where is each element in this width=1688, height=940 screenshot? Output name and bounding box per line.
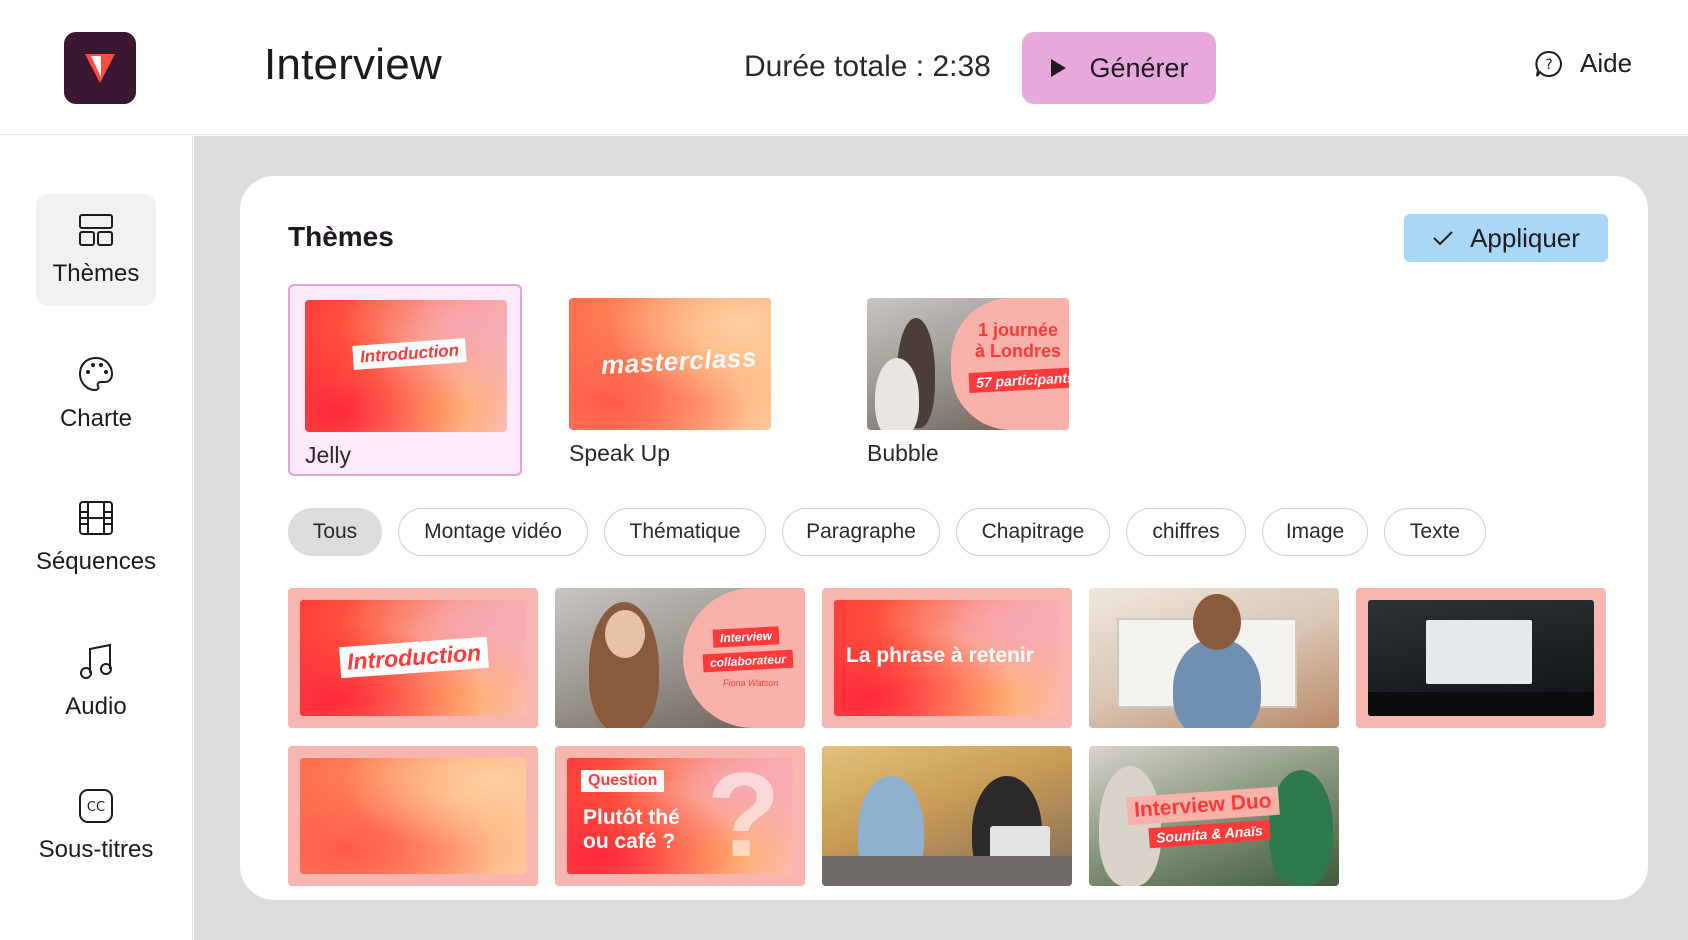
app-logo[interactable] bbox=[64, 32, 136, 104]
filter-chip-paragraphe[interactable]: Paragraphe bbox=[782, 508, 940, 556]
photo-screen bbox=[1426, 620, 1532, 684]
thumb-overlay-shape bbox=[951, 298, 1069, 430]
template-tile-phrase[interactable]: La phrase à retenir bbox=[822, 588, 1072, 728]
photo-person bbox=[1173, 638, 1261, 728]
photo-audience bbox=[1368, 692, 1594, 716]
theme-thumbnail: Introduction bbox=[305, 300, 507, 432]
tile-overlay-text: Introduction bbox=[339, 636, 490, 679]
svg-text:?: ? bbox=[1545, 57, 1552, 73]
tile-overlay-text: La phrase à retenir bbox=[846, 644, 1034, 667]
help-label: Aide bbox=[1580, 48, 1633, 78]
filter-chip-chapitrage[interactable]: Chapitrage bbox=[956, 508, 1110, 556]
filter-chip-thematique[interactable]: Thématique bbox=[604, 508, 766, 556]
filter-chip-image[interactable]: Image bbox=[1262, 508, 1368, 556]
page-title: Interview bbox=[264, 40, 442, 89]
filter-chip-chiffres[interactable]: chiffres bbox=[1126, 508, 1246, 556]
photo-person bbox=[1269, 770, 1333, 886]
photo-person bbox=[875, 358, 919, 430]
music-note-icon bbox=[80, 643, 112, 679]
sidebar-item-label: Séquences bbox=[35, 548, 157, 575]
tile-overlay-tag: Interview bbox=[712, 626, 780, 648]
sidebar-item-themes[interactable]: Thèmes bbox=[36, 194, 156, 306]
sidebar: Thèmes Charte Séquences Audio CC Sous-ti… bbox=[0, 136, 193, 940]
theme-name: Bubble bbox=[867, 440, 939, 466]
play-icon bbox=[1051, 59, 1067, 77]
template-tile-podcast[interactable] bbox=[822, 746, 1072, 886]
tile-preview bbox=[1089, 588, 1339, 728]
tile-overlay-name: Fiona Watson bbox=[723, 678, 779, 688]
themes-panel: Thèmes Appliquer Introduction Jelly mast… bbox=[240, 176, 1648, 900]
tile-preview: La phrase à retenir bbox=[834, 600, 1060, 716]
theme-thumbnail: 1 journée à Londres 57 participants bbox=[867, 298, 1069, 430]
template-tile-background[interactable] bbox=[288, 746, 538, 886]
layout-icon bbox=[79, 214, 113, 246]
template-tile-question[interactable]: ? Question Plutôt thé ou café ? bbox=[555, 746, 805, 886]
film-icon bbox=[79, 501, 113, 535]
tile-preview bbox=[1368, 600, 1594, 716]
theme-name: Speak Up bbox=[569, 440, 671, 466]
sidebar-item-label: Charte bbox=[59, 405, 133, 432]
thumb-overlay-text: masterclass bbox=[600, 341, 758, 381]
tile-overlay-tag: Question bbox=[581, 770, 665, 792]
total-duration: Durée totale : 2:38 bbox=[744, 50, 991, 83]
theme-name: Jelly bbox=[305, 442, 352, 468]
thumb-overlay-text: 1 journée à Londres bbox=[974, 320, 1062, 361]
filter-chip-montage-video[interactable]: Montage vidéo bbox=[398, 508, 588, 556]
theme-card-bubble[interactable]: 1 journée à Londres 57 participants Bubb… bbox=[852, 284, 1086, 476]
photo-person bbox=[1099, 766, 1161, 886]
tile-preview bbox=[822, 746, 1072, 886]
theme-card-speak-up[interactable]: masterclass Speak Up bbox=[554, 284, 788, 476]
tile-preview: ? Question Plutôt thé ou café ? bbox=[567, 758, 793, 874]
sidebar-item-label: Audio bbox=[65, 693, 127, 720]
sidebar-item-audio[interactable]: Audio bbox=[36, 626, 156, 738]
question-mark-shape: ? bbox=[707, 758, 781, 874]
template-tile-interview-collaborateur[interactable]: Interview collaborateur Fiona Watson bbox=[555, 588, 805, 728]
theme-thumbnail: masterclass bbox=[569, 298, 771, 430]
thumb-overlay-text: Introduction bbox=[352, 338, 467, 370]
help-circle-icon: ? bbox=[1535, 50, 1562, 77]
apply-label: Appliquer bbox=[1470, 222, 1580, 253]
apply-button[interactable]: Appliquer bbox=[1404, 214, 1608, 262]
sidebar-item-label: Sous-titres bbox=[38, 836, 154, 863]
photo-person-face bbox=[605, 610, 645, 658]
generate-label: Générer bbox=[1089, 52, 1189, 83]
tile-preview: Introduction bbox=[300, 600, 526, 716]
template-tile-conference[interactable] bbox=[1356, 588, 1606, 728]
panel-title: Thèmes bbox=[288, 221, 394, 252]
tile-preview bbox=[300, 758, 526, 874]
sidebar-item-label: Thèmes bbox=[52, 260, 140, 287]
svg-text:CC: CC bbox=[87, 800, 105, 815]
template-tile-portrait[interactable] bbox=[1089, 588, 1339, 728]
top-bar: Interview Durée totale : 2:38 Générer ? … bbox=[0, 0, 1688, 135]
theme-card-jelly[interactable]: Introduction Jelly bbox=[288, 284, 522, 476]
filter-chip-texte[interactable]: Texte bbox=[1384, 508, 1486, 556]
photo-sofa bbox=[822, 856, 1072, 886]
logo-v-icon bbox=[85, 54, 115, 83]
template-tile-interview-duo[interactable]: Interview Duo Sounita & Anaïs bbox=[1089, 746, 1339, 886]
generate-button[interactable]: Générer bbox=[1022, 32, 1216, 104]
closed-captions-icon: CC bbox=[79, 789, 113, 823]
photo-person-face bbox=[1193, 594, 1241, 650]
filter-chip-tous[interactable]: Tous bbox=[288, 508, 382, 556]
check-icon bbox=[1433, 231, 1453, 246]
sidebar-item-subtitles[interactable]: CC Sous-titres bbox=[36, 770, 156, 882]
sidebar-item-charte[interactable]: Charte bbox=[36, 338, 156, 450]
tile-overlay-text: Plutôt thé ou café ? bbox=[583, 806, 680, 853]
sidebar-item-sequences[interactable]: Séquences bbox=[36, 482, 156, 594]
help-link[interactable]: ? Aide bbox=[1534, 48, 1632, 79]
template-tile-intro[interactable]: Introduction bbox=[288, 588, 538, 728]
palette-icon bbox=[78, 356, 114, 392]
